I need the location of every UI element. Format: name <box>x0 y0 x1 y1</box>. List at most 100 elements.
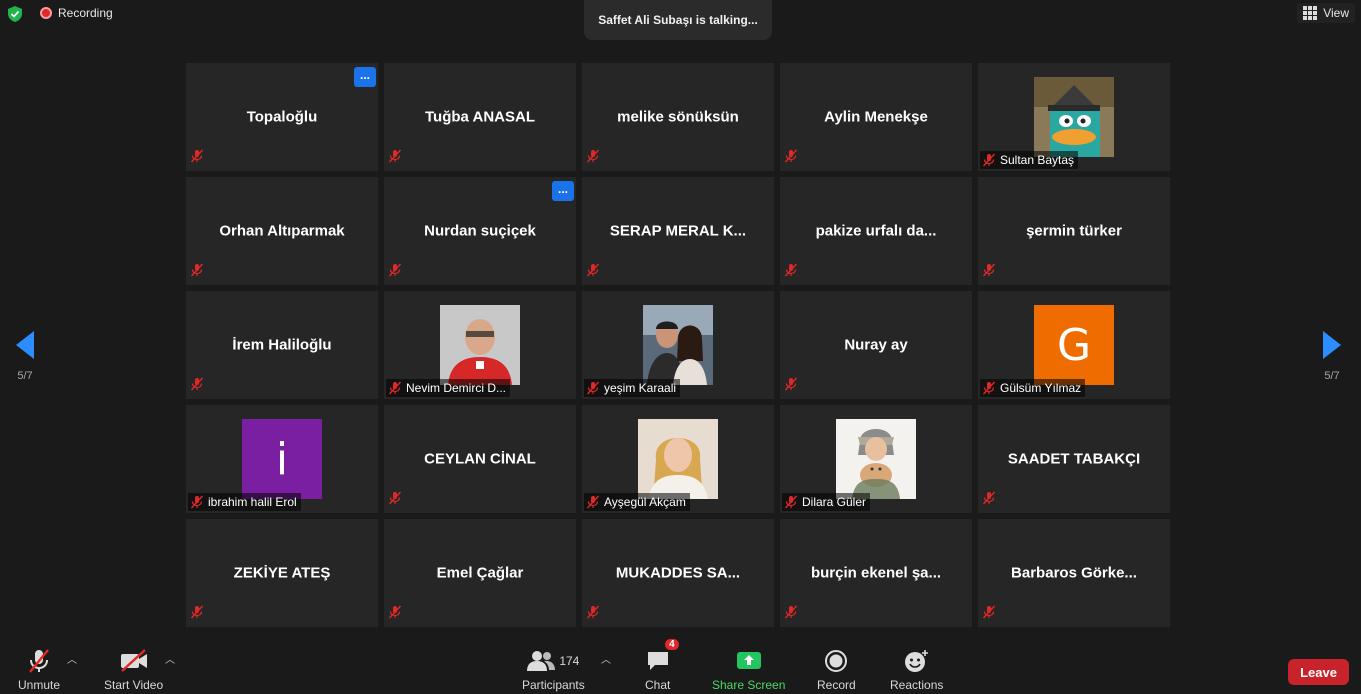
view-label: View <box>1323 6 1349 20</box>
participant-tile[interactable]: Barbaros Görke... <box>978 519 1170 627</box>
page-indicator-right: 5/7 <box>1324 370 1340 382</box>
participants-button[interactable]: 174 Participants <box>522 647 585 692</box>
previous-page-button[interactable] <box>10 330 40 360</box>
avatar-photo <box>638 419 718 499</box>
participant-name: Topaloğlu <box>246 108 318 126</box>
participant-name: şermin türker <box>1026 222 1122 240</box>
video-options-caret-icon[interactable]: ︿ <box>165 651 175 666</box>
participant-tile[interactable]: SERAP MERAL K... <box>582 177 774 285</box>
share-screen-button[interactable]: Share Screen <box>712 647 785 692</box>
recording-indicator[interactable]: Recording <box>40 6 113 20</box>
participant-tile[interactable]: melike sönüksün <box>582 63 774 171</box>
participants-options-caret-icon[interactable]: ︿ <box>601 651 611 666</box>
participant-tile[interactable]: İrem Haliloğlu <box>186 291 378 399</box>
mic-muted-icon <box>190 495 204 509</box>
record-button[interactable]: Record <box>817 647 856 692</box>
participant-name: CEYLAN CİNAL <box>424 450 536 468</box>
view-button[interactable]: View <box>1297 3 1355 23</box>
participant-tile[interactable]: MUKADDES SA... <box>582 519 774 627</box>
participant-label: Ayşegül Akçam <box>584 493 690 511</box>
mic-muted-icon <box>784 377 798 396</box>
participant-name: SAADET TABAKÇI <box>1007 450 1141 468</box>
participant-tile[interactable]: şermin türker <box>978 177 1170 285</box>
participants-label: Participants <box>522 678 585 692</box>
audio-options-caret-icon[interactable]: ︿ <box>67 651 77 666</box>
participant-name: yeşim Karaali <box>604 381 677 395</box>
participant-label: Gülsüm Yılmaz <box>980 379 1086 397</box>
participant-name: Nevim Demirci D... <box>406 381 507 395</box>
participant-label: yeşim Karaali <box>584 379 681 397</box>
participant-label: ibrahim halil Erol <box>188 493 301 511</box>
security-shield-icon[interactable] <box>8 6 22 22</box>
avatar-photo <box>1034 77 1114 157</box>
participant-name: Gülsüm Yılmaz <box>1000 381 1082 395</box>
chat-unread-badge: 4 <box>665 639 679 650</box>
avatar-letter: G <box>1034 305 1114 385</box>
mic-muted-icon <box>982 605 996 624</box>
microphone-muted-icon <box>29 649 49 673</box>
leave-button[interactable]: Leave <box>1288 659 1349 685</box>
reactions-button[interactable]: Reactions <box>890 647 943 692</box>
more-options-button[interactable]: ... <box>552 181 574 201</box>
meeting-toolbar: Unmute ︿ Start Video ︿ 174 Participants … <box>0 634 1361 694</box>
participant-name: Sultan Baytaş <box>1000 153 1075 167</box>
participant-tile[interactable]: Orhan Altıparmak <box>186 177 378 285</box>
mic-muted-icon <box>586 605 600 624</box>
arrow-left-icon <box>16 331 34 359</box>
start-video-label: Start Video <box>104 678 164 692</box>
participant-tile[interactable]: Emel Çağlar <box>384 519 576 627</box>
participant-name: Ayşegül Akçam <box>604 495 686 509</box>
mic-muted-icon <box>586 149 600 168</box>
mic-muted-icon <box>388 491 402 510</box>
mic-muted-icon <box>982 381 996 395</box>
participant-tile[interactable]: Nuray ay <box>780 291 972 399</box>
reactions-smiley-icon <box>904 650 928 672</box>
participant-name: Barbaros Görke... <box>1011 564 1137 582</box>
active-speaker-text: Saffet Ali Subaşı is talking... <box>598 13 758 27</box>
participant-name: Aylin Menekşe <box>824 108 928 126</box>
record-icon <box>825 650 848 672</box>
participant-name: İrem Haliloğlu <box>232 336 332 354</box>
participant-tile[interactable]: Dilara Güler <box>780 405 972 513</box>
participant-tile[interactable]: Nurdan suçiçek... <box>384 177 576 285</box>
participant-tile[interactable]: Tuğba ANASAL <box>384 63 576 171</box>
participant-tile[interactable]: Ayşegül Akçam <box>582 405 774 513</box>
participant-name: Orhan Altıparmak <box>219 222 345 240</box>
mic-muted-icon <box>190 605 204 624</box>
participant-tile[interactable]: i ibrahim halil Erol <box>186 405 378 513</box>
mic-muted-icon <box>190 149 204 168</box>
participant-tile[interactable]: Sultan Baytaş <box>978 63 1170 171</box>
participant-tile[interactable]: SAADET TABAKÇI <box>978 405 1170 513</box>
more-options-button[interactable]: ... <box>354 67 376 87</box>
chat-bubble-icon <box>647 652 668 670</box>
mic-muted-icon <box>784 263 798 282</box>
mic-muted-icon <box>388 263 402 282</box>
reactions-label: Reactions <box>890 678 944 692</box>
participant-tile[interactable]: CEYLAN CİNAL <box>384 405 576 513</box>
participant-tile[interactable]: G Gülsüm Yılmaz <box>978 291 1170 399</box>
mic-muted-icon <box>388 381 402 395</box>
arrow-right-icon <box>1323 331 1341 359</box>
participant-name: SERAP MERAL K... <box>609 222 747 240</box>
participant-name: Tuğba ANASAL <box>425 108 535 126</box>
leave-label: Leave <box>1300 664 1337 680</box>
participant-tile[interactable]: Aylin Menekşe <box>780 63 972 171</box>
chat-button[interactable]: 4 Chat <box>645 639 679 692</box>
recording-dot-icon <box>40 7 52 19</box>
participant-tile[interactable]: burçin ekenel şa... <box>780 519 972 627</box>
start-video-button[interactable]: Start Video <box>104 647 163 692</box>
participant-tile[interactable]: pakize urfalı da... <box>780 177 972 285</box>
participant-tile[interactable]: Nevim Demirci D... <box>384 291 576 399</box>
next-page-button[interactable] <box>1317 330 1347 360</box>
participant-name: Nurdan suçiçek <box>424 222 536 240</box>
avatar-letter: i <box>242 419 322 499</box>
participant-name: Emel Çağlar <box>436 564 524 582</box>
participant-tile[interactable]: ZEKİYE ATEŞ <box>186 519 378 627</box>
mic-muted-icon <box>190 263 204 282</box>
participant-name: ZEKİYE ATEŞ <box>233 564 331 582</box>
mic-muted-icon <box>784 605 798 624</box>
participant-label: Nevim Demirci D... <box>386 379 511 397</box>
participant-tile[interactable]: Topaloğlu... <box>186 63 378 171</box>
unmute-button[interactable]: Unmute <box>18 647 60 692</box>
participant-tile[interactable]: yeşim Karaali <box>582 291 774 399</box>
